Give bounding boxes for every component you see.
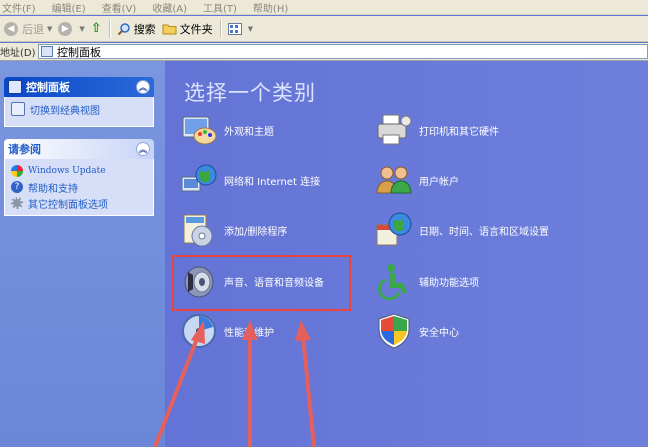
back-button[interactable]: ◀ 后退 ▼ [1, 18, 55, 40]
up-button[interactable]: ⇧ [88, 18, 105, 40]
category-performance-label: 性能和维护 [224, 327, 274, 339]
forward-button[interactable]: ▶ ▼ [55, 18, 87, 40]
category-area: 选择一个类别 外观和主题 网络和 Internet 连接 添加/删除程序 声音、… [165, 61, 648, 447]
toolbar-divider [108, 19, 110, 38]
add-remove-programs-icon [183, 214, 213, 247]
address-label: 地址(D) [0, 48, 36, 59]
switch-classic-view-link[interactable]: 切换到经典视图 [11, 101, 147, 117]
see-also-box: 请参阅 ︽ Windows Update ? 帮助和支持 其它控制面板选项 [4, 139, 154, 216]
windows-update-label: Windows Update [28, 166, 106, 176]
view-grid-icon [227, 22, 242, 35]
folders-label: 文件夹 [179, 22, 213, 36]
control-panel-icon [8, 80, 22, 94]
address-value: 控制面板 [57, 45, 101, 59]
category-add-remove[interactable]: 添加/删除程序 [180, 211, 287, 249]
chevron-down-icon: ▼ [247, 24, 254, 33]
category-network-label: 网络和 Internet 连接 [224, 176, 321, 188]
folder-icon [162, 24, 177, 35]
control-panel-box-title: 控制面板 [26, 81, 70, 94]
category-accessibility[interactable]: 辅助功能选项 [375, 262, 479, 300]
highlight-box [172, 255, 351, 311]
forward-arrow-icon: ▶ [58, 21, 73, 36]
classic-view-icon [11, 102, 25, 116]
date-time-globe-icon [376, 212, 412, 246]
help-support-link[interactable]: ? 帮助和支持 [11, 179, 147, 195]
search-icon [117, 22, 130, 35]
category-performance[interactable]: 性能和维护 [180, 312, 274, 350]
accessibility-icon [377, 264, 407, 300]
gear-icon [11, 197, 23, 209]
windows-update-link[interactable]: Windows Update [11, 163, 147, 179]
page-title: 选择一个类别 [184, 81, 316, 105]
see-also-header[interactable]: 请参阅 ︽ [4, 139, 154, 159]
control-panel-icon [41, 46, 53, 57]
toolbar: ◀ 后退 ▼ ▶ ▼ ⇧ 搜索 文件夹 ▼ [0, 16, 648, 42]
switch-classic-view-label: 切换到经典视图 [30, 105, 100, 117]
performance-gauge-icon [182, 314, 216, 348]
windows-update-icon [11, 165, 23, 177]
category-accessibility-label: 辅助功能选项 [419, 277, 479, 289]
category-network[interactable]: 网络和 Internet 连接 [180, 161, 320, 199]
menu-tools[interactable]: 工具(T) [203, 0, 237, 15]
folders-button[interactable]: 文件夹 [159, 18, 216, 40]
network-globe-icon [181, 164, 217, 192]
control-panel-box-body: 切换到经典视图 [4, 97, 154, 127]
help-icon: ? [11, 181, 23, 193]
category-date-time[interactable]: 日期、时间、语言和区域设置 [375, 211, 549, 249]
collapse-chevron-icon[interactable]: ︽ [136, 142, 150, 156]
chevron-down-icon: ▼ [79, 24, 85, 33]
menu-help[interactable]: 帮助(H) [253, 0, 288, 15]
other-options-label: 其它控制面板选项 [28, 199, 108, 211]
menu-edit[interactable]: 编辑(E) [52, 0, 86, 15]
address-bar: 地址(D) 控制面板 [0, 43, 648, 61]
category-user-accounts-label: 用户帐户 [419, 176, 459, 188]
category-date-time-label: 日期、时间、语言和区域设置 [419, 226, 549, 238]
menu-file[interactable]: 文件(F) [2, 0, 36, 15]
category-add-remove-label: 添加/删除程序 [224, 226, 288, 238]
see-also-body: Windows Update ? 帮助和支持 其它控制面板选项 [4, 159, 154, 216]
task-pane: 控制面板 ︽ 切换到经典视图 请参阅 ︽ Windows Update ? 帮助… [0, 61, 165, 447]
appearance-themes-icon [182, 116, 217, 145]
search-label: 搜索 [133, 22, 156, 36]
security-shield-icon [378, 313, 410, 349]
menu-bar: 文件(F) 编辑(E) 查看(V) 收藏(A) 工具(T) 帮助(H) [0, 0, 648, 15]
printer-icon [377, 114, 412, 145]
category-printers-label: 打印机和其它硬件 [419, 126, 499, 138]
see-also-title: 请参阅 [8, 143, 41, 156]
chevron-down-icon: ▼ [47, 24, 53, 33]
menu-view[interactable]: 查看(V) [102, 0, 137, 15]
back-label: 后退 [22, 22, 44, 36]
category-security-center[interactable]: 安全中心 [375, 312, 459, 350]
help-support-label: 帮助和支持 [28, 183, 78, 195]
other-options-link[interactable]: 其它控制面板选项 [11, 195, 147, 211]
toolbar-divider [219, 19, 221, 38]
back-arrow-icon: ◀ [4, 21, 18, 36]
address-input[interactable]: 控制面板 [38, 44, 648, 59]
category-appearance[interactable]: 外观和主题 [180, 111, 274, 149]
menu-favorites[interactable]: 收藏(A) [152, 0, 187, 15]
user-accounts-icon [376, 166, 412, 194]
collapse-chevron-icon[interactable]: ︽ [136, 80, 150, 94]
category-security-center-label: 安全中心 [419, 327, 459, 339]
control-panel-box-header[interactable]: 控制面板 ︽ [4, 77, 154, 97]
folder-up-icon: ⇧ [90, 21, 102, 36]
category-printers[interactable]: 打印机和其它硬件 [375, 111, 499, 149]
control-panel-box: 控制面板 ︽ 切换到经典视图 [4, 77, 154, 127]
views-button[interactable]: ▼ [225, 18, 256, 40]
search-button[interactable]: 搜索 [114, 18, 159, 40]
category-user-accounts[interactable]: 用户帐户 [375, 161, 459, 199]
category-appearance-label: 外观和主题 [224, 126, 274, 138]
